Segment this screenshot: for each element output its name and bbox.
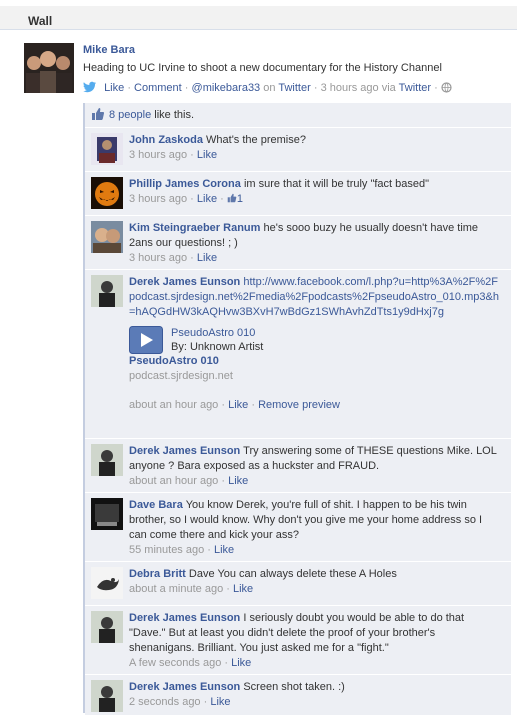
- comment-like-link[interactable]: Like: [197, 149, 217, 161]
- comment-timestamp: 3 hours ago: [129, 193, 188, 205]
- thumbs-up-icon: [91, 107, 105, 124]
- post-text: Heading to UC Irvine to shoot a new docu…: [83, 62, 442, 74]
- comment-item: Derek James Eunson I seriously doubt you…: [85, 606, 511, 675]
- post-comment-link[interactable]: Comment: [134, 82, 182, 94]
- comment-timestamp: 2 seconds ago: [129, 696, 201, 708]
- comment-timestamp: about a minute ago: [129, 583, 224, 595]
- twitter-icon: [83, 81, 97, 96]
- separator: ·: [127, 82, 131, 94]
- comment-item: Derek James Eunson http://www.facebook.c…: [85, 270, 511, 439]
- twitter-source-link[interactable]: Twitter: [278, 82, 310, 94]
- commenter-avatar[interactable]: [91, 275, 123, 307]
- comment-item: Phillip James Corona im sure that it wil…: [85, 172, 511, 216]
- comment-item: Derek James Eunson Try answering some of…: [85, 439, 511, 493]
- comment-item: Kim Steingraeber Ranum he's sooo buzy he…: [85, 216, 511, 270]
- comment-like-link[interactable]: Like: [197, 193, 217, 205]
- comment-timestamp: about an hour ago: [129, 399, 219, 411]
- comment-text: Screen shot taken. :): [243, 681, 345, 693]
- separator: ·: [434, 82, 438, 94]
- commenter-avatar[interactable]: [91, 221, 123, 253]
- privacy-globe-icon[interactable]: [441, 82, 452, 96]
- comment-timestamp: 3 hours ago: [129, 149, 188, 161]
- comment-item: Debra Britt Dave You can always delete t…: [85, 562, 511, 606]
- source-on-text: on: [263, 82, 276, 94]
- commenter-name[interactable]: Phillip James Corona: [129, 178, 241, 190]
- commenter-name[interactable]: John Zaskoda: [129, 134, 203, 146]
- post-author-avatar[interactable]: [24, 43, 74, 93]
- like-count: 1: [236, 193, 243, 205]
- comment-timestamp: about an hour ago: [129, 475, 219, 487]
- separator: ·: [313, 82, 318, 94]
- commenter-avatar[interactable]: [91, 680, 123, 712]
- commenter-avatar[interactable]: [91, 611, 123, 643]
- feedback-section: 8 people like this. John Zaskoda What's …: [83, 103, 511, 716]
- comment-timestamp: 3 hours ago: [129, 252, 188, 264]
- comment-like-link[interactable]: Like: [231, 657, 251, 669]
- comment-text: im sure that it will be truly "fact base…: [243, 178, 430, 190]
- commenter-name[interactable]: Dave Bara: [129, 499, 183, 511]
- likes-suffix: like this.: [154, 109, 195, 121]
- remove-preview-link[interactable]: Remove preview: [258, 399, 340, 411]
- commenter-name[interactable]: Debra Britt: [129, 568, 186, 580]
- commenter-name[interactable]: Derek James Eunson: [129, 612, 240, 624]
- wall-title: Wall: [28, 14, 53, 28]
- comment-like-link[interactable]: Like: [228, 475, 248, 487]
- comment-like-link[interactable]: Like: [197, 252, 217, 264]
- commenter-name[interactable]: Derek James Eunson: [129, 681, 240, 693]
- via-twitter-link[interactable]: Twitter: [399, 82, 431, 94]
- post-like-link[interactable]: Like: [104, 82, 124, 94]
- share-media-title: PseudoAstro 010: [171, 327, 256, 339]
- comment-item: Dave Bara You know Derek, you're full of…: [85, 493, 511, 562]
- likes-summary: 8 people like this.: [85, 103, 511, 128]
- commenter-name[interactable]: Kim Steingraeber Ranum: [129, 222, 260, 234]
- twitter-handle-link[interactable]: @mikebara33: [192, 82, 261, 94]
- post-author-name[interactable]: Mike Bara: [83, 44, 135, 56]
- comment-item: John Zaskoda What's the premise? 3 hours…: [85, 128, 511, 172]
- commenter-avatar[interactable]: [91, 133, 123, 165]
- comment-like-link[interactable]: Like: [214, 544, 234, 556]
- wall-header: Wall: [0, 0, 517, 30]
- media-play-button[interactable]: [129, 326, 163, 354]
- shared-link-preview[interactable]: PseudoAstro 010 By: Unknown Artist Pseud…: [129, 326, 501, 384]
- comment-like-link[interactable]: Like: [233, 583, 253, 595]
- comment-item: Derek James Eunson Screen shot taken. :)…: [85, 675, 511, 716]
- thumbs-up-icon: [227, 193, 237, 203]
- comment-timestamp: 55 minutes ago: [129, 544, 205, 556]
- comment-like-count[interactable]: 1: [227, 193, 243, 205]
- separator: ·: [184, 82, 189, 94]
- commenter-name[interactable]: Derek James Eunson: [129, 276, 240, 288]
- comment-like-link[interactable]: Like: [210, 696, 230, 708]
- commenter-avatar[interactable]: [91, 444, 123, 476]
- likers-link[interactable]: 8 people: [109, 109, 151, 121]
- post-timestamp: 3 hours ago via: [320, 82, 396, 94]
- comment-timestamp: A few seconds ago: [129, 657, 222, 669]
- comment-text: Dave You can always delete these A Holes: [188, 568, 397, 580]
- share-media-artist: By: Unknown Artist: [171, 341, 264, 353]
- commenter-avatar[interactable]: [91, 177, 123, 209]
- commenter-avatar[interactable]: [91, 498, 123, 530]
- post-meta: Like · Comment · @mikebara33 on Twitter …: [83, 81, 452, 96]
- commenter-avatar[interactable]: [91, 567, 123, 599]
- share-title-link[interactable]: PseudoAstro 010: [129, 354, 219, 369]
- comment-like-link[interactable]: Like: [228, 399, 248, 411]
- commenter-name[interactable]: Derek James Eunson: [129, 445, 240, 457]
- share-domain: podcast.sjrdesign.net: [129, 370, 233, 382]
- comment-text: What's the premise?: [206, 134, 306, 146]
